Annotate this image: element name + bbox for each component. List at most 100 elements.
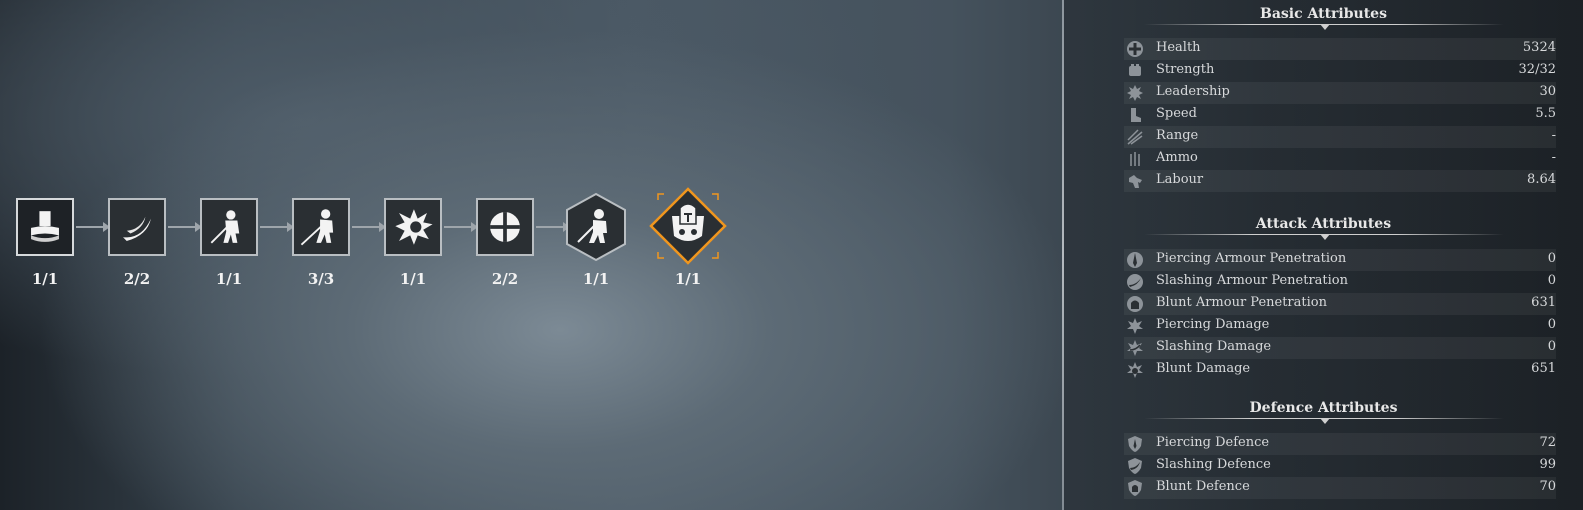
attribute-label: Slashing Armour Penetration xyxy=(1156,273,1349,288)
attribute-row-piercing-damage: Piercing Damage 0 xyxy=(1124,315,1556,337)
helmet-base-icon xyxy=(31,211,59,242)
range-arrows-icon xyxy=(1127,129,1143,145)
upgrade-node-4[interactable] xyxy=(292,198,350,256)
attribute-row-blunt-damage: Blunt Damage 651 xyxy=(1124,359,1556,381)
attribute-label: Blunt Armour Penetration xyxy=(1156,295,1327,310)
piercing-defence-icon xyxy=(1128,436,1142,452)
attribute-row-slashing-defence: Slashing Defence 99 xyxy=(1124,455,1556,477)
attribute-label: Blunt Damage xyxy=(1156,361,1251,376)
attribute-row-speed: Speed 5.5 xyxy=(1124,104,1556,126)
attribute-value: 0 xyxy=(1547,273,1556,288)
attribute-value: 0 xyxy=(1547,317,1556,332)
attribute-label: Range xyxy=(1156,128,1199,143)
attribute-value: 8.64 xyxy=(1527,172,1556,187)
attribute-row-blunt-penetration: Blunt Armour Penetration 631 xyxy=(1124,293,1556,315)
upgrade-node-7-count: 1/1 xyxy=(582,270,610,288)
blunt-defence-icon xyxy=(1128,480,1142,496)
attribute-label: Strength xyxy=(1156,62,1215,77)
attribute-label: Slashing Defence xyxy=(1156,457,1271,472)
attribute-value: 32/32 xyxy=(1518,62,1556,77)
piercing-penetration-icon xyxy=(1127,252,1143,268)
upgrade-node-1-count: 1/1 xyxy=(31,270,59,288)
attribute-value: 5324 xyxy=(1522,40,1556,55)
knight-sword-icon xyxy=(210,210,240,244)
title-underline xyxy=(1144,418,1504,424)
speed-boot-icon xyxy=(1131,108,1141,122)
attribute-row-blunt-defence: Blunt Defence 70 xyxy=(1124,477,1556,499)
slashing-defence-icon xyxy=(1128,458,1142,474)
slashing-penetration-icon xyxy=(1127,274,1143,290)
title-underline xyxy=(1144,234,1504,240)
title-underline xyxy=(1144,24,1504,30)
blunt-penetration-icon xyxy=(1127,296,1143,312)
upgrade-node-8[interactable] xyxy=(648,186,728,266)
slash-arc-icon xyxy=(123,216,151,241)
attribute-row-strength: Strength 32/32 xyxy=(1124,60,1556,82)
upgrade-tree-area: 1/1 2/2 1/1 3/3 1/1 2/2 1/1 1/1 xyxy=(0,0,1062,510)
chain-arrow xyxy=(76,222,110,232)
upgrade-node-1[interactable] xyxy=(16,198,74,256)
attribute-label: Blunt Defence xyxy=(1156,479,1250,494)
defence-attributes-title: Defence Attributes xyxy=(1249,400,1398,416)
attribute-value: 70 xyxy=(1539,479,1556,494)
upgrade-node-8-count: 1/1 xyxy=(674,270,702,288)
attribute-row-piercing-penetration: Piercing Armour Penetration 0 xyxy=(1124,249,1556,271)
chain-arrow xyxy=(260,222,294,232)
attribute-value: 0 xyxy=(1547,339,1556,354)
attribute-row-health: Health 5324 xyxy=(1124,38,1556,60)
leadership-sun-icon xyxy=(1127,85,1143,101)
attribute-label: Slashing Damage xyxy=(1156,339,1272,354)
upgrade-node-4-count: 3/3 xyxy=(307,270,335,288)
chain-arrow xyxy=(352,222,386,232)
chain-arrow xyxy=(444,222,478,232)
upgrade-node-2-count: 2/2 xyxy=(123,270,151,288)
attribute-row-piercing-defence: Piercing Defence 72 xyxy=(1124,433,1556,455)
attribute-label: Ammo xyxy=(1156,150,1198,165)
attribute-row-labour: Labour 8.64 xyxy=(1124,170,1556,192)
chain-arrow xyxy=(536,222,570,232)
upgrade-node-3[interactable] xyxy=(200,198,258,256)
piercing-damage-icon xyxy=(1127,318,1143,334)
attribute-label: Piercing Defence xyxy=(1156,435,1270,450)
impact-burst-icon xyxy=(395,209,433,245)
attribute-label: Leadership xyxy=(1156,84,1230,99)
attribute-row-slashing-penetration: Slashing Armour Penetration 0 xyxy=(1124,271,1556,293)
attribute-row-slashing-damage: Slashing Damage 0 xyxy=(1124,337,1556,359)
attribute-value: 651 xyxy=(1531,361,1556,376)
ammo-arrows-icon xyxy=(1130,152,1140,166)
upgrade-node-7[interactable] xyxy=(564,192,628,262)
upgrade-node-6-count: 2/2 xyxy=(491,270,519,288)
attribute-label: Piercing Armour Penetration xyxy=(1156,251,1347,266)
attribute-row-ammo: Ammo - xyxy=(1124,148,1556,170)
slashing-damage-icon xyxy=(1127,340,1143,356)
attribute-value: - xyxy=(1551,150,1556,165)
attack-attributes-title: Attack Attributes xyxy=(1255,216,1392,232)
strength-fist-icon xyxy=(1129,64,1141,76)
chain-arrow xyxy=(168,222,202,232)
attribute-row-leadership: Leadership 30 xyxy=(1124,82,1556,104)
attribute-value: 631 xyxy=(1531,295,1556,310)
knight-charge-icon xyxy=(566,192,626,262)
attribute-value: 99 xyxy=(1539,457,1556,472)
attribute-label: Labour xyxy=(1156,172,1204,187)
attribute-value: - xyxy=(1551,128,1556,143)
upgrade-node-5-count: 1/1 xyxy=(399,270,427,288)
knight-spear-icon xyxy=(300,209,334,246)
upgrade-node-3-count: 1/1 xyxy=(215,270,243,288)
attribute-label: Health xyxy=(1156,40,1201,55)
crested-helm-emblem-icon xyxy=(649,187,727,265)
attribute-label: Piercing Damage xyxy=(1156,317,1270,332)
labour-hand-icon xyxy=(1129,175,1142,188)
basic-attributes-title: Basic Attributes xyxy=(1260,6,1387,22)
attribute-value: 5.5 xyxy=(1535,106,1556,121)
blunt-damage-icon xyxy=(1127,362,1143,378)
upgrade-node-2[interactable] xyxy=(108,198,166,256)
attribute-value: 0 xyxy=(1547,251,1556,266)
upgrade-node-6[interactable] xyxy=(476,198,534,256)
attribute-label: Speed xyxy=(1156,106,1197,121)
attribute-row-range: Range - xyxy=(1124,126,1556,148)
upgrade-node-5[interactable] xyxy=(384,198,442,256)
attribute-value: 30 xyxy=(1539,84,1556,99)
attribute-value: 72 xyxy=(1539,435,1556,450)
cross-shield-icon xyxy=(490,212,520,242)
